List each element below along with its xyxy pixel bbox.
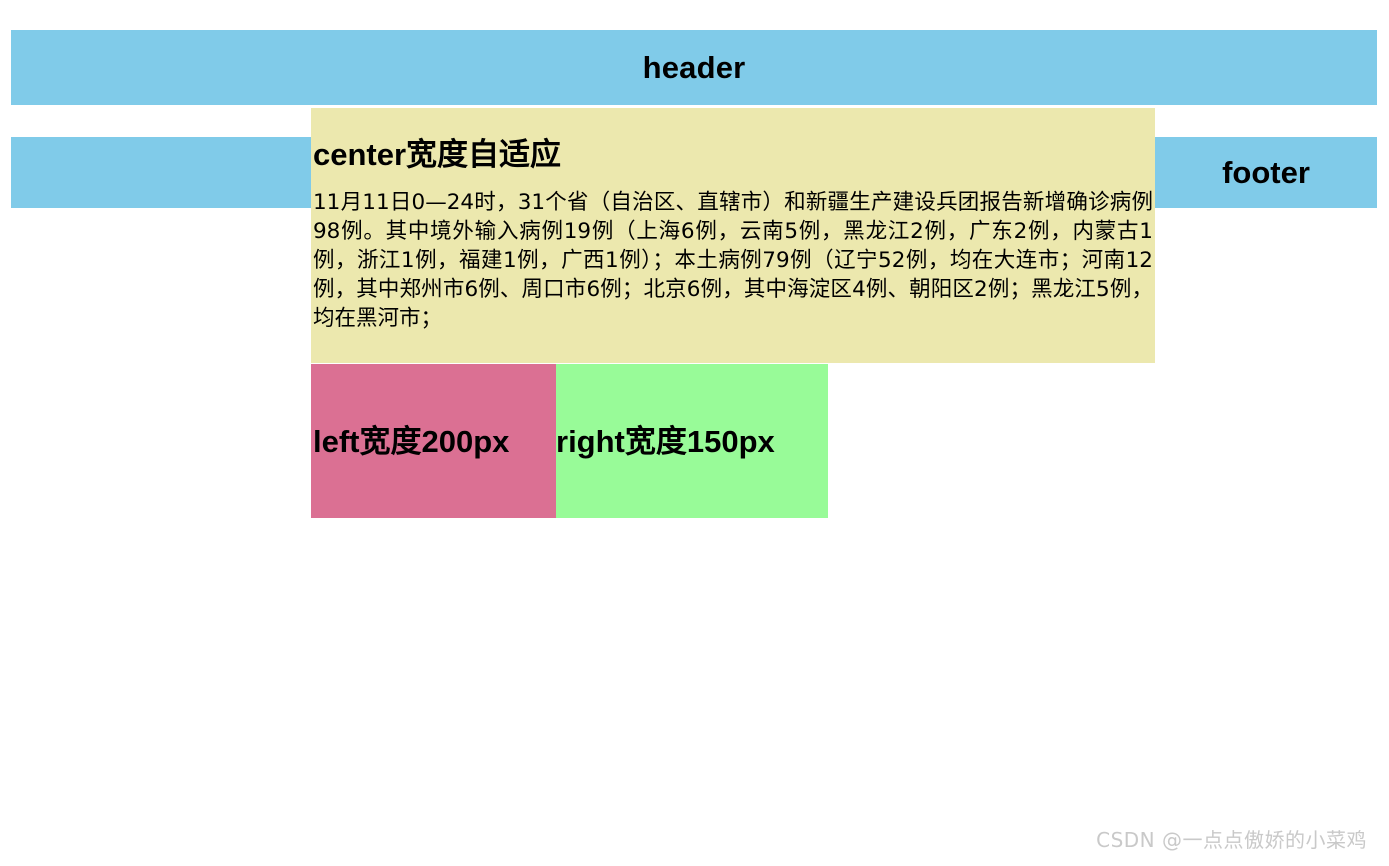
right-column-label: right宽度150px (556, 423, 775, 459)
center-title: center宽度自适应 (313, 137, 562, 172)
right-column: right宽度150px (556, 364, 828, 518)
footer-label: footer (1222, 155, 1310, 190)
left-column-label: left宽度200px (313, 423, 510, 459)
header-block: header (11, 30, 1377, 105)
left-column: left宽度200px (311, 364, 556, 518)
center-column: center宽度自适应 11月11日0—24时，31个省（自治区、直辖市）和新疆… (311, 108, 1155, 363)
center-paragraph: 11月11日0—24时，31个省（自治区、直辖市）和新疆生产建设兵团报告新增确诊… (313, 190, 1153, 332)
csdn-watermark: CSDN @一点点傲娇的小菜鸡 (1096, 828, 1367, 852)
header-label: header (642, 50, 746, 85)
page-canvas: footer header center宽度自适应 11月11日0—24时，31… (0, 0, 1389, 866)
